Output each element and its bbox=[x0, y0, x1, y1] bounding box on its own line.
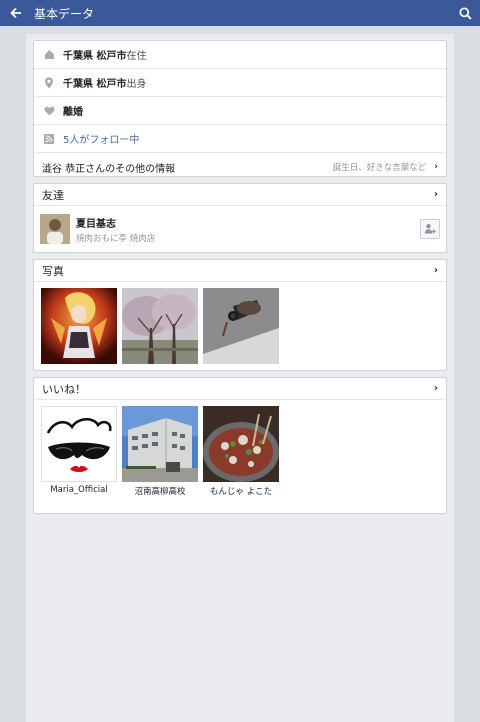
back-arrow-icon bbox=[10, 7, 21, 19]
info-row-relationship[interactable]: 離婚 bbox=[34, 97, 446, 125]
info-row-followers[interactable]: 5人がフォロー中 bbox=[34, 125, 446, 153]
liked-page-item[interactable]: もんじゃ よこた bbox=[203, 406, 279, 497]
more-info-hint: 誕生日、好きな言葉など › bbox=[333, 161, 438, 173]
friend-avatar[interactable] bbox=[40, 214, 70, 244]
info-row-location[interactable]: 千葉県 松戸市 在住 bbox=[34, 41, 446, 69]
liked-page-image[interactable] bbox=[41, 406, 117, 482]
location-suffix: 在住 bbox=[126, 51, 147, 62]
photo-grid bbox=[34, 282, 446, 370]
home-icon bbox=[42, 49, 56, 60]
photo-thumbnail[interactable] bbox=[203, 288, 279, 364]
rss-icon bbox=[42, 133, 56, 144]
friends-header[interactable]: 友達 › bbox=[34, 184, 446, 206]
photos-title: 写真 bbox=[42, 264, 64, 278]
chevron-right-icon: › bbox=[434, 162, 438, 172]
photos-header[interactable]: 写真 › bbox=[34, 260, 446, 282]
liked-page-item[interactable]: Maria_Official bbox=[41, 406, 117, 497]
search-icon bbox=[458, 6, 472, 20]
followers-link[interactable]: 5人がフォロー中 bbox=[63, 131, 139, 146]
chevron-right-icon: › bbox=[433, 265, 438, 276]
liked-page-image[interactable] bbox=[203, 406, 279, 482]
add-friend-icon bbox=[424, 224, 436, 234]
friends-card: 友達 › 夏目基志 焼肉おもに亭 焼肉店 bbox=[33, 183, 447, 253]
liked-page-label[interactable]: 沼南高柳高校 bbox=[122, 485, 198, 497]
info-row-hometown[interactable]: 千葉県 松戸市 出身 bbox=[34, 69, 446, 97]
location-name: 千葉県 松戸市 bbox=[63, 51, 127, 62]
location-pin-icon bbox=[42, 77, 56, 89]
page-title: 基本データ bbox=[34, 6, 95, 21]
chevron-right-icon: › bbox=[433, 383, 438, 394]
more-info-row[interactable]: 澁谷 恭正さんのその他の情報 誕生日、好きな言葉など › bbox=[34, 153, 446, 181]
photo-thumbnail[interactable] bbox=[122, 288, 198, 364]
basic-info-card: 千葉県 松戸市 在住 千葉県 松戸市 出身 離婚 5人がフォロー中 澁谷 恭正さんの… bbox=[33, 40, 447, 177]
friend-list-item[interactable]: 夏目基志 焼肉おもに亭 焼肉店 bbox=[34, 206, 446, 252]
heart-icon bbox=[42, 106, 56, 116]
likes-header[interactable]: いいね！ › bbox=[34, 378, 446, 400]
likes-grid: Maria_Official 沼南高柳高校 もんじゃ よこた bbox=[34, 400, 446, 503]
photos-card: 写真 › bbox=[33, 259, 447, 371]
photo-thumbnail[interactable] bbox=[41, 288, 117, 364]
liked-page-item[interactable]: 沼南高柳高校 bbox=[122, 406, 198, 497]
more-info-label: 澁谷 恭正さんのその他の情報 bbox=[42, 163, 176, 175]
likes-card: いいね！ › Maria_Official 沼南高柳高校 もんじゃ よこた bbox=[33, 377, 447, 514]
search-button[interactable] bbox=[450, 0, 480, 26]
friend-subtitle: 焼肉おもに亭 焼肉店 bbox=[76, 233, 156, 244]
liked-page-label[interactable]: Maria_Official bbox=[41, 485, 117, 495]
chevron-right-icon: › bbox=[433, 189, 438, 200]
hometown-name: 千葉県 松戸市 bbox=[63, 79, 127, 90]
more-info-hint-text: 誕生日、好きな言葉など bbox=[332, 163, 427, 173]
liked-page-image[interactable] bbox=[122, 406, 198, 482]
relationship-status: 離婚 bbox=[63, 107, 83, 118]
back-button[interactable] bbox=[0, 0, 32, 26]
friend-name[interactable]: 夏目基志 bbox=[76, 215, 420, 230]
likes-title: いいね！ bbox=[42, 382, 86, 396]
add-friend-button[interactable] bbox=[420, 219, 440, 239]
top-bar: 基本データ bbox=[0, 0, 480, 26]
friends-title: 友達 bbox=[42, 188, 64, 202]
liked-page-label[interactable]: もんじゃ よこた bbox=[203, 485, 279, 497]
hometown-suffix: 出身 bbox=[126, 79, 147, 90]
